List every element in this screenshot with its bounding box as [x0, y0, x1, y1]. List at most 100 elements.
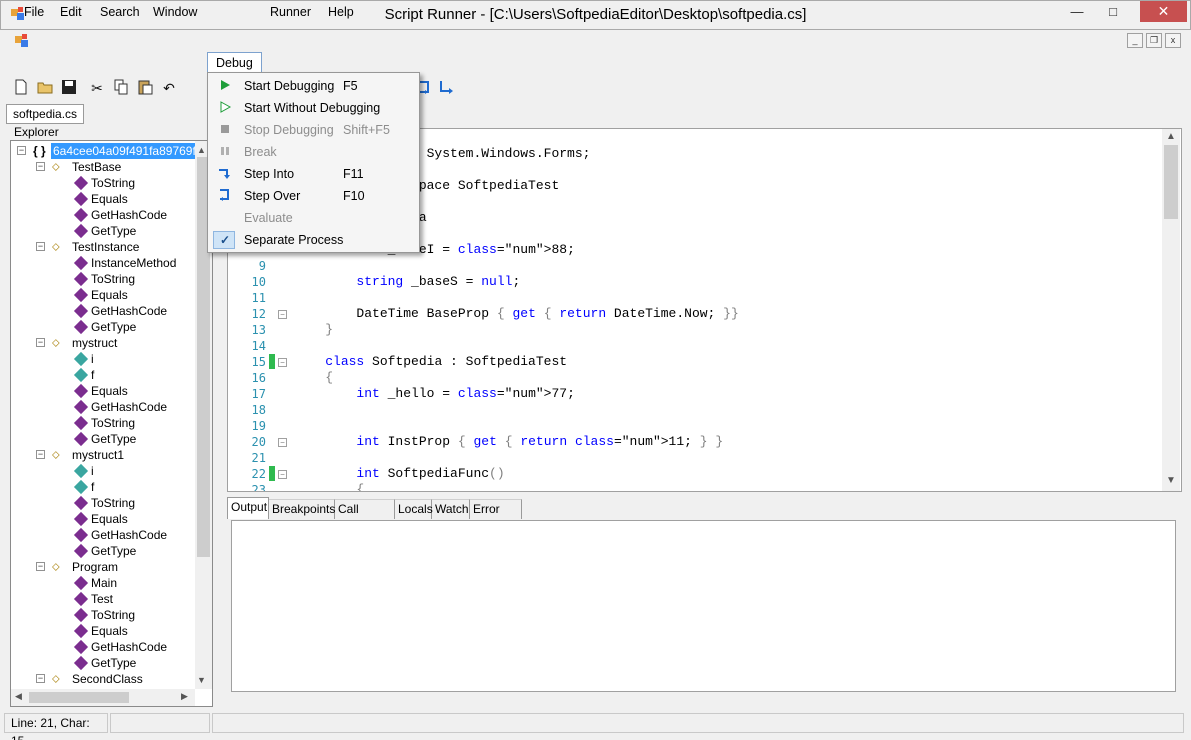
- class-icon: ⬦: [52, 161, 60, 173]
- method-icon: [73, 383, 89, 399]
- explorer-horizontal-scrollbar[interactable]: ◀ ▶: [11, 689, 195, 706]
- tab-call-stack[interactable]: Call Stack: [335, 499, 395, 534]
- tree-member-label[interactable]: f: [91, 367, 94, 383]
- tab-output[interactable]: Output: [227, 497, 269, 519]
- tree-class-expander[interactable]: −: [36, 450, 45, 459]
- menu-help[interactable]: Help: [320, 2, 362, 22]
- tree-member-label[interactable]: GetHashCode: [91, 207, 167, 223]
- method-icon: [73, 527, 89, 543]
- tab-locals[interactable]: Locals: [395, 499, 433, 519]
- menu-item-shortcut: Shift+F5: [343, 123, 390, 137]
- class-icon: ⬦: [52, 673, 60, 685]
- tree-member-label[interactable]: GetType: [91, 431, 136, 447]
- debug-menu-item-separate-process[interactable]: ✓ Separate Process: [210, 229, 417, 251]
- mdi-close-button[interactable]: x: [1165, 33, 1181, 48]
- tree-member-label[interactable]: Equals: [91, 511, 128, 527]
- tree-class-label[interactable]: TestBase: [72, 159, 121, 175]
- debug-menu-item-step-into[interactable]: Step Into F11: [210, 163, 417, 185]
- line-number: 20: [251, 435, 266, 449]
- line-number: 16: [251, 371, 266, 385]
- open-folder-icon[interactable]: [36, 79, 54, 97]
- method-icon: [73, 223, 89, 239]
- menu-file[interactable]: File: [16, 2, 52, 22]
- tree-class-label[interactable]: mystruct: [72, 335, 117, 351]
- tree-member-label[interactable]: GetType: [91, 319, 136, 335]
- tree-class-expander[interactable]: −: [36, 242, 45, 251]
- menu-runner[interactable]: Runner: [262, 2, 319, 22]
- fold-marker[interactable]: −: [278, 358, 287, 367]
- menu-item-shortcut: F5: [343, 79, 358, 93]
- paste-icon[interactable]: [136, 79, 154, 97]
- editor-scroll-thumb[interactable]: [1164, 145, 1178, 219]
- tree-member-label[interactable]: Equals: [91, 383, 128, 399]
- fold-marker[interactable]: −: [278, 470, 287, 479]
- tree-class-expander[interactable]: −: [36, 562, 45, 571]
- new-file-icon[interactable]: [12, 79, 30, 97]
- tree-member-label[interactable]: ToString: [91, 607, 135, 623]
- tree-class-expander[interactable]: −: [36, 162, 45, 171]
- cut-icon[interactable]: ✂: [88, 79, 106, 97]
- tab-error-list[interactable]: Error List: [470, 499, 522, 534]
- tree-member-label[interactable]: Main: [91, 575, 117, 591]
- tree-member-label[interactable]: ToString: [91, 495, 135, 511]
- tree-class-label[interactable]: Program: [72, 559, 118, 575]
- tree-class-expander[interactable]: −: [36, 338, 45, 347]
- menu-window[interactable]: Window: [145, 2, 205, 22]
- fold-marker[interactable]: −: [278, 438, 287, 447]
- tree-member-label[interactable]: GetHashCode: [91, 639, 167, 655]
- tree-member-label[interactable]: GetType: [91, 655, 136, 671]
- debug-menu-item-start-debugging[interactable]: Start Debugging F5: [210, 75, 417, 97]
- tree-class-label[interactable]: TestInstance: [72, 239, 139, 255]
- tree-member-label[interactable]: GetType: [91, 543, 136, 559]
- close-button[interactable]: ✕: [1140, 1, 1187, 22]
- tree-member-label[interactable]: Equals: [91, 287, 128, 303]
- debug-menu-item-start-without-debugging[interactable]: Start Without Debugging: [210, 97, 417, 119]
- tree-member-label[interactable]: GetHashCode: [91, 527, 167, 543]
- mdi-restore-button[interactable]: ❐: [1146, 33, 1162, 48]
- tree-member-label[interactable]: GetHashCode: [91, 303, 167, 319]
- tree-root-label[interactable]: 6a4cee04a09f491fa89769fe4: [51, 143, 212, 159]
- tree-member-label[interactable]: ToString: [91, 271, 135, 287]
- tree-member-label[interactable]: Equals: [91, 191, 128, 207]
- tree-class-label[interactable]: SecondClass: [72, 671, 143, 687]
- line-number: 13: [251, 323, 266, 337]
- fold-marker[interactable]: −: [278, 310, 287, 319]
- tree-class-expander[interactable]: −: [36, 674, 45, 683]
- method-icon: [73, 575, 89, 591]
- tab-breakpoints[interactable]: Breakpoints: [269, 499, 335, 519]
- tree-member-label[interactable]: InstanceMethod: [91, 255, 176, 271]
- tree-class-label[interactable]: mystruct1: [72, 447, 124, 463]
- undo-icon[interactable]: ↶: [160, 79, 178, 97]
- tree-member-label[interactable]: i: [91, 351, 94, 367]
- output-panel[interactable]: [231, 520, 1176, 692]
- tree-member-label[interactable]: ToString: [91, 415, 135, 431]
- play-outline-icon: [217, 100, 233, 116]
- change-marker: [269, 466, 275, 481]
- debug-menu-item-step-over[interactable]: Step Over F10: [210, 185, 417, 207]
- tab-watch[interactable]: Watch: [432, 499, 470, 519]
- mdi-minimize-button[interactable]: _: [1127, 33, 1143, 48]
- menu-debug[interactable]: Debug: [207, 52, 262, 73]
- maximize-button[interactable]: □: [1099, 1, 1127, 22]
- tree-member-label[interactable]: Equals: [91, 623, 128, 639]
- tree-member-label[interactable]: Test: [91, 591, 113, 607]
- copy-icon[interactable]: [112, 79, 130, 97]
- document-tab[interactable]: softpedia.cs: [6, 104, 85, 124]
- tree-member-label[interactable]: ToString: [91, 175, 135, 191]
- tree-member-label[interactable]: f: [91, 479, 94, 495]
- menu-edit[interactable]: Edit: [52, 2, 90, 22]
- tree-member-label[interactable]: i: [91, 463, 94, 479]
- fold-marker[interactable]: [278, 326, 287, 335]
- minimize-button[interactable]: —: [1063, 1, 1091, 22]
- menu-search[interactable]: Search: [92, 2, 148, 22]
- document-icon[interactable]: [14, 33, 30, 49]
- tree-member-label[interactable]: GetType: [91, 223, 136, 239]
- code-line: }: [325, 322, 334, 337]
- method-icon: [73, 431, 89, 447]
- save-icon[interactable]: [60, 79, 78, 97]
- tree-root-expander[interactable]: −: [17, 146, 26, 155]
- class-icon: ⬦: [52, 561, 60, 573]
- menu-item-label: Separate Process: [244, 233, 344, 247]
- tree-member-label[interactable]: GetHashCode: [91, 399, 167, 415]
- step-into-toolbar-icon[interactable]: [438, 79, 456, 97]
